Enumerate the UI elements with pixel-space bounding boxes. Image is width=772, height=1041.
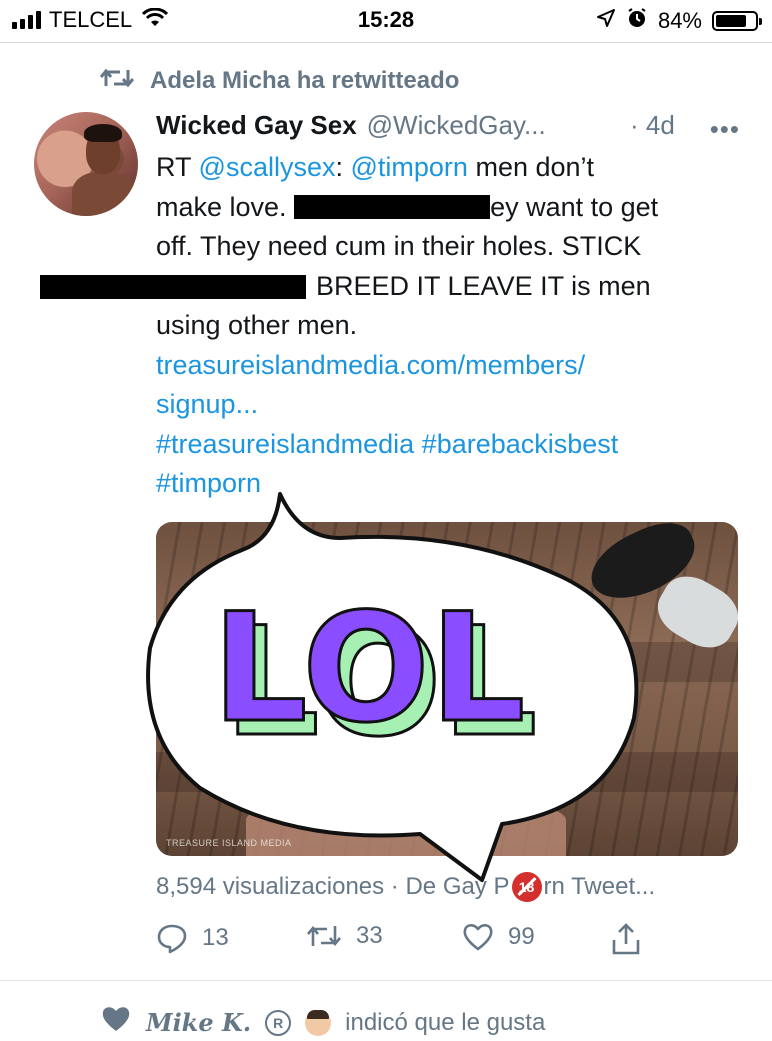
divider	[0, 980, 772, 981]
redaction-bar	[40, 274, 306, 299]
heart-icon	[100, 1004, 132, 1041]
tweet-header: Wicked Gay Sex @WickedGay... · 4d •••	[156, 110, 746, 146]
tweet-line: using other men.	[156, 310, 358, 340]
tweet-line: BREED IT LEAVE IT is men	[40, 267, 746, 307]
mention-link[interactable]: @scallysex	[199, 152, 336, 182]
battery-percent: 84%	[657, 7, 702, 33]
mention-link[interactable]: @timporn	[351, 152, 468, 182]
text-colon: :	[335, 152, 351, 182]
views-source: rn Tweet...	[543, 873, 656, 900]
text-segment: ey want to get	[490, 191, 659, 222]
lol-sticker: LOL LOL	[130, 488, 650, 888]
retweet-icon	[99, 66, 135, 95]
like-button[interactable]: 99	[462, 922, 535, 952]
liker-name: Mike K.	[146, 1008, 252, 1037]
battery-icon	[712, 10, 762, 31]
location-icon	[596, 8, 616, 33]
url-link-continued[interactable]: signup...	[156, 385, 746, 425]
tweet-text: RT @scallysex: @timporn men don’t make l…	[40, 148, 746, 504]
display-name[interactable]: Wicked Gay Sex	[156, 110, 357, 141]
redaction-bar	[294, 194, 491, 219]
retweet-context[interactable]: Adela Micha ha retwitteado	[99, 66, 460, 95]
liked-context[interactable]: Mike K. R indicó que le gusta	[100, 1004, 545, 1041]
tweet-line: RT @scallysex: @timporn men don’t	[156, 148, 746, 188]
views-line[interactable]: 8,594 visualizaciones · De Gay P 18 rn T…	[156, 872, 655, 902]
rt-prefix: RT	[156, 152, 199, 182]
user-handle[interactable]: @WickedGay...	[367, 110, 546, 141]
avatar[interactable]	[34, 112, 138, 216]
reply-count: 13	[202, 924, 229, 951]
liked-context-text: indicó que le gusta	[345, 1008, 546, 1036]
hashtag-link[interactable]: #barebackisbest	[422, 429, 619, 459]
tweet-timestamp[interactable]: · 4d	[630, 110, 675, 141]
reply-button[interactable]: 13	[156, 922, 229, 954]
status-bar: TELCEL 15:28 84%	[0, 0, 772, 43]
like-count: 99	[508, 923, 535, 950]
alarm-icon	[626, 7, 648, 34]
share-button[interactable]	[610, 922, 642, 956]
retweet-count: 33	[356, 922, 383, 949]
url-link[interactable]: treasureislandmedia.com/members/	[156, 346, 746, 386]
registered-icon: R	[265, 1009, 292, 1036]
tweet-line: make love. ey want to get	[156, 188, 746, 228]
action-bar: 13 33 99	[156, 922, 656, 962]
heart-icon	[462, 922, 494, 952]
views-count: 8,594 visualizaciones · De Gay P	[156, 873, 510, 900]
more-options-icon[interactable]: •••	[710, 114, 740, 145]
sticker-text: LOL	[212, 582, 525, 756]
adult-badge-icon: 18	[511, 872, 542, 902]
tweet-line: off. They need cum in their holes. STICK	[156, 231, 642, 261]
face-emoji-icon	[305, 1009, 332, 1036]
status-right: 84%	[596, 7, 762, 34]
text-segment: men don’t	[467, 152, 595, 182]
retweet-context-label: Adela Micha ha retwitteado	[150, 66, 460, 94]
text-segment: make love.	[156, 191, 295, 222]
tweet-line: #treasureislandmedia #barebackisbest	[156, 425, 746, 465]
hashtag-link[interactable]: #treasureislandmedia	[156, 429, 414, 459]
retweet-button[interactable]: 33	[306, 922, 383, 950]
retweet-icon	[306, 922, 342, 950]
share-icon	[610, 922, 642, 956]
reply-icon	[156, 922, 188, 954]
